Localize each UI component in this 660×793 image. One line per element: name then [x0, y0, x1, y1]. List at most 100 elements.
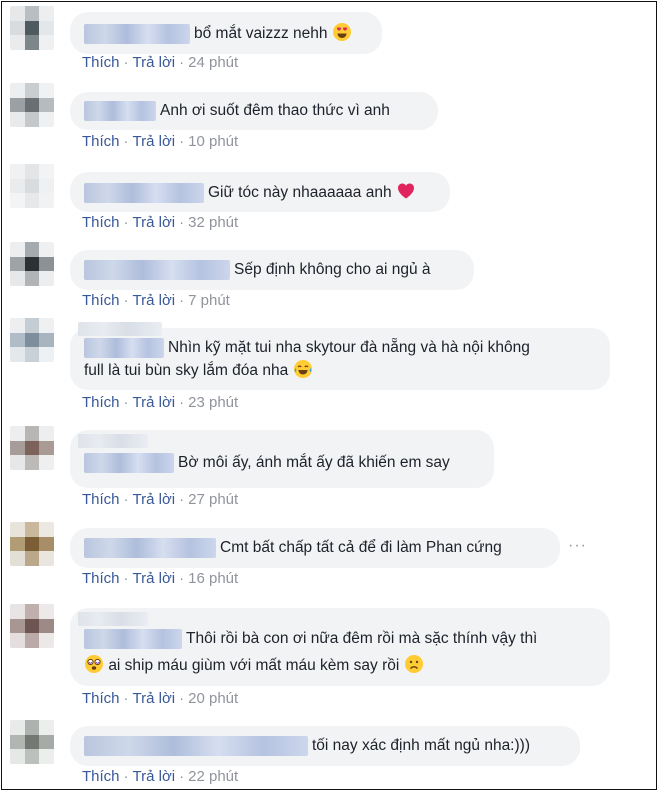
like-link[interactable]: Thích — [82, 768, 120, 785]
separator: · — [123, 54, 129, 71]
comment-text: tối nay xác định mất ngủ nha:))) — [312, 737, 530, 754]
comment-text-line1: Thôi rồi bà con ơi nữa đêm rồi mà sặc th… — [186, 630, 538, 647]
comment-actions: Thích · Trả lời · 32 phút — [82, 214, 238, 231]
timestamp[interactable]: 23 phút — [188, 394, 238, 411]
timestamp[interactable]: 22 phút — [188, 768, 238, 785]
commenter-name-line — [78, 322, 162, 336]
separator: · — [123, 394, 129, 411]
separator: · — [179, 54, 185, 71]
comment-actions: Thích · Trả lời · 16 phút — [82, 570, 238, 587]
separator: · — [123, 570, 129, 587]
reply-link[interactable]: Trả lời — [133, 690, 176, 707]
timestamp[interactable]: 7 phút — [188, 292, 230, 309]
separator: · — [179, 133, 185, 150]
like-link[interactable]: Thích — [82, 292, 120, 309]
like-link[interactable]: Thích — [82, 214, 120, 231]
separator: · — [123, 214, 129, 231]
comment-bubble: Giữ tóc này nhaaaaaa anh — [70, 172, 450, 212]
reply-link[interactable]: Trả lời — [133, 570, 176, 587]
avatar[interactable] — [10, 604, 54, 648]
commenter-name[interactable] — [84, 100, 156, 121]
timestamp[interactable]: 10 phút — [188, 133, 238, 150]
comment-actions: Thích · Trả lời · 7 phút — [82, 292, 230, 309]
tears-of-joy-emoji-icon — [293, 359, 313, 379]
commenter-name[interactable] — [84, 537, 216, 558]
like-link[interactable]: Thích — [82, 54, 120, 71]
comment-actions: Thích · Trả lời · 20 phút — [82, 690, 238, 707]
reply-link[interactable]: Trả lời — [133, 768, 176, 785]
timestamp[interactable]: 16 phút — [188, 570, 238, 587]
commenter-name-line — [78, 434, 148, 448]
comment-text-line2: ai ship máu giùm với mất máu kèm say rồi — [108, 657, 400, 674]
separator: · — [179, 690, 185, 707]
comment-bubble: Bờ môi ấy, ánh mắt ấy đã khiến em say — [70, 430, 494, 488]
separator: · — [179, 394, 185, 411]
separator: · — [179, 768, 185, 785]
reply-link[interactable]: Trả lời — [133, 292, 176, 309]
red-heart-emoji-icon — [396, 181, 416, 201]
separator: · — [123, 491, 129, 508]
commenter-name[interactable] — [84, 452, 174, 473]
commenter-name[interactable] — [84, 182, 204, 203]
separator: · — [179, 491, 185, 508]
more-options-icon[interactable]: ··· — [568, 537, 587, 555]
commenter-name-line — [78, 612, 148, 626]
comment-text-line1: Nhìn kỹ mặt tui nha skytour đà nẵng và h… — [168, 339, 530, 356]
comment-bubble: Nhìn kỹ mặt tui nha skytour đà nẵng và h… — [70, 322, 610, 390]
separator: · — [123, 133, 129, 150]
reply-link[interactable]: Trả lời — [133, 133, 176, 150]
like-link[interactable]: Thích — [82, 690, 120, 707]
comment-text-line2: full là tui bùn sky lắm đóa nha — [84, 362, 289, 379]
timestamp[interactable]: 32 phút — [188, 214, 238, 231]
timestamp[interactable]: 27 phút — [188, 491, 238, 508]
commenter-name[interactable] — [84, 628, 182, 649]
like-link[interactable]: Thích — [82, 491, 120, 508]
comment-bubble: Anh ơi suốt đêm thao thức vì anh — [70, 92, 438, 130]
comment-text: bổ mắt vaizzz nehh — [194, 25, 328, 42]
comment-text: Giữ tóc này nhaaaaaa anh — [208, 184, 392, 201]
timestamp[interactable]: 24 phút — [188, 54, 238, 71]
comment-text: Bờ môi ấy, ánh mắt ấy đã khiến em say — [178, 454, 450, 471]
comment-actions: Thích · Trả lời · 24 phút — [82, 54, 238, 71]
comment-text: Anh ơi suốt đêm thao thức vì anh — [160, 102, 390, 119]
like-link[interactable]: Thích — [82, 394, 120, 411]
separator: · — [123, 690, 129, 707]
comment-bubble: Sếp định không cho ai ngủ à — [70, 250, 474, 290]
reply-link[interactable]: Trả lời — [133, 54, 176, 71]
avatar[interactable] — [10, 164, 54, 208]
avatar[interactable] — [10, 242, 54, 286]
comment-actions: Thích · Trả lời · 10 phút — [82, 133, 238, 150]
comment-text: Sếp định không cho ai ngủ à — [234, 261, 431, 278]
comment-actions: Thích · Trả lời · 27 phút — [82, 491, 238, 508]
comment-actions: Thích · Trả lời · 23 phút — [82, 394, 238, 411]
avatar[interactable] — [10, 720, 54, 764]
comment-text: Cmt bất chấp tất cả để đi làm Phan cứng — [220, 539, 502, 556]
comment-actions: Thích · Trả lời · 22 phút — [82, 768, 238, 785]
avatar[interactable] — [10, 426, 54, 470]
like-link[interactable]: Thích — [82, 133, 120, 150]
reply-link[interactable]: Trả lời — [133, 214, 176, 231]
comment-bubble: Thôi rồi bà con ơi nữa đêm rồi mà sặc th… — [70, 608, 610, 686]
comment-bubble: tối nay xác định mất ngủ nha:))) — [70, 726, 580, 766]
dizzy-face-emoji-icon — [84, 654, 104, 674]
commenter-name[interactable] — [84, 23, 190, 44]
comment-bubble: Cmt bất chấp tất cả để đi làm Phan cứng — [70, 528, 560, 568]
reply-link[interactable]: Trả lời — [133, 491, 176, 508]
separator: · — [179, 292, 185, 309]
separator: · — [123, 768, 129, 785]
heart-eyes-emoji-icon — [332, 22, 352, 42]
timestamp[interactable]: 20 phút — [188, 690, 238, 707]
comment-bubble: bổ mắt vaizzz nehh — [70, 12, 382, 54]
like-link[interactable]: Thích — [82, 570, 120, 587]
separator: · — [179, 570, 185, 587]
avatar[interactable] — [10, 83, 54, 127]
reply-link[interactable]: Trả lời — [133, 394, 176, 411]
avatar[interactable] — [10, 522, 54, 566]
commenter-name[interactable] — [84, 735, 308, 756]
avatar[interactable] — [10, 318, 54, 362]
avatar[interactable] — [10, 6, 54, 50]
commenter-name[interactable] — [84, 337, 164, 358]
separator: · — [179, 214, 185, 231]
separator: · — [123, 292, 129, 309]
commenter-name[interactable] — [84, 259, 230, 280]
